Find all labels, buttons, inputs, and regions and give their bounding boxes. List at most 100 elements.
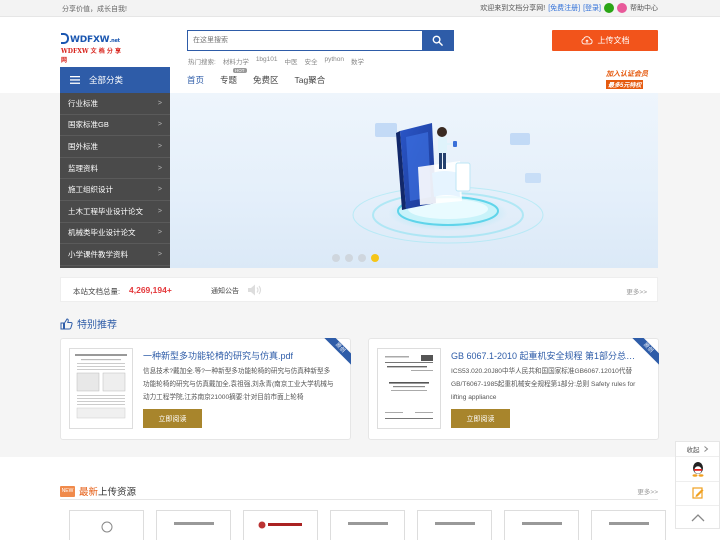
category-item[interactable]: 监理资料 > bbox=[60, 158, 170, 180]
register-link[interactable]: [免费注册] bbox=[548, 3, 580, 13]
speaker-icon bbox=[248, 284, 262, 296]
hot-search-term[interactable]: 中医 bbox=[285, 56, 298, 66]
recommend-section-title: 特别推荐 bbox=[60, 316, 117, 331]
back-to-top-button[interactable] bbox=[676, 505, 719, 530]
feedback-button[interactable] bbox=[676, 480, 719, 506]
notice-label: 通知公告 bbox=[211, 288, 239, 295]
chevron-right-icon: > bbox=[157, 142, 162, 150]
banner-illustration bbox=[352, 123, 544, 244]
university-header-icon bbox=[434, 522, 475, 525]
chevron-right-icon: > bbox=[157, 250, 162, 258]
help-center-link[interactable]: 帮助中心 bbox=[630, 3, 658, 13]
menu-icon bbox=[70, 76, 80, 84]
category-item[interactable]: 行业标准 > bbox=[60, 93, 170, 115]
recommend-card[interactable]: GB 6067.1-2010 起重机安全规程 第1部分总则... ICS53.0… bbox=[368, 338, 659, 440]
hot-search-term[interactable]: 安全 bbox=[305, 56, 318, 66]
chevron-right-icon: > bbox=[157, 164, 162, 172]
search-button[interactable] bbox=[422, 31, 453, 50]
vip-promo[interactable]: 加入认证会员 最多5元特权 bbox=[606, 69, 658, 91]
document-total-count: 4,269,194+ bbox=[129, 285, 172, 295]
all-categories-button[interactable]: 全部分类 bbox=[60, 67, 170, 93]
qq-icon bbox=[692, 461, 703, 477]
cloud-upload-icon bbox=[581, 36, 593, 45]
carousel-dot-active[interactable] bbox=[371, 254, 379, 262]
original-ribbon: 原创 bbox=[323, 338, 351, 366]
university-logo-icon bbox=[258, 521, 302, 529]
category-item[interactable]: 施工组织设计 > bbox=[60, 179, 170, 201]
top-bar: 分享价值，成长自我! 欢迎来到文档分享网! [免费注册] [登录] 帮助中心 bbox=[0, 0, 720, 17]
chevron-right-icon: > bbox=[157, 207, 162, 215]
section-divider bbox=[60, 499, 658, 500]
chevron-up-icon bbox=[691, 514, 704, 522]
nav-item-tag-aggregation[interactable]: Tag聚合 bbox=[295, 74, 326, 86]
hero-banner[interactable] bbox=[170, 93, 658, 268]
latest-more-link[interactable]: 更多>> bbox=[637, 486, 658, 496]
recommend-card[interactable]: 一种新型多功能轮椅的研究与仿真.pdf 信息技术?戴加全.等?一种新型多功能轮椅… bbox=[60, 338, 351, 440]
latest-document-thumbnail[interactable] bbox=[156, 510, 231, 540]
hot-search-label: 热门搜索: bbox=[188, 59, 216, 66]
recommend-card-title[interactable]: GB 6067.1-2010 起重机安全规程 第1部分总则... bbox=[451, 349, 636, 362]
document-preview bbox=[385, 355, 433, 419]
category-item[interactable]: 土木工程毕业设计论文 > bbox=[60, 201, 170, 223]
stats-bar: 本站文档总量: 4,269,194+ 通知公告 更多>> bbox=[60, 277, 658, 302]
latest-document-thumbnail[interactable] bbox=[417, 510, 492, 540]
vip-promo-line1: 加入认证会员 bbox=[606, 71, 648, 78]
search-icon bbox=[432, 35, 443, 46]
recommend-card-title[interactable]: 一种新型多功能轮椅的研究与仿真.pdf bbox=[143, 349, 328, 362]
carousel-dot[interactable] bbox=[345, 254, 353, 262]
category-sidebar: 行业标准 > 国家标准GB > 国外标准 > 监理资料 > 施工组织设计 > 土木工程毕业… bbox=[60, 93, 170, 268]
latest-document-thumbnail[interactable] bbox=[243, 510, 318, 540]
latest-document-thumbnail[interactable] bbox=[330, 510, 405, 540]
category-item[interactable]: 国家标准GB > bbox=[60, 115, 170, 137]
notice-more-link[interactable]: 更多>> bbox=[626, 286, 647, 296]
logo-mark-icon bbox=[61, 33, 69, 44]
nav-item-topics[interactable]: 专题 HOT bbox=[220, 68, 247, 86]
hot-search-term[interactable]: 数学 bbox=[351, 56, 364, 66]
qq-contact-button[interactable] bbox=[676, 456, 719, 481]
wechat-icon[interactable] bbox=[604, 3, 614, 13]
university-header-icon bbox=[347, 522, 388, 525]
chevron-right-icon: > bbox=[157, 121, 162, 129]
carousel-dot[interactable] bbox=[332, 254, 340, 262]
category-item[interactable]: 国外标准 > bbox=[60, 136, 170, 158]
upload-document-button[interactable]: 上传文档 bbox=[552, 30, 658, 51]
hot-badge: HOT bbox=[233, 68, 247, 73]
latest-document-thumbnail[interactable] bbox=[591, 510, 666, 540]
university-header-icon bbox=[608, 522, 649, 525]
chevron-right-icon: > bbox=[157, 99, 162, 107]
site-slogan: 分享价值，成长自我! bbox=[62, 6, 127, 13]
latest-document-thumbnail[interactable] bbox=[69, 510, 144, 540]
university-header-icon bbox=[521, 522, 562, 525]
chevron-right-icon bbox=[703, 446, 708, 452]
logo-subtitle: WDFXW 文 档 分 享 网 bbox=[61, 48, 121, 64]
category-item[interactable]: 机械类毕业设计论文 > bbox=[60, 223, 170, 245]
read-now-button[interactable]: 立即阅读 bbox=[143, 409, 202, 428]
hot-search-term[interactable]: 材料力学 bbox=[223, 56, 249, 66]
read-now-button[interactable]: 立即阅读 bbox=[451, 409, 510, 428]
hot-searches: 热门搜索: 材料力学 1bg101 中医 安全 python 数学 bbox=[188, 56, 364, 66]
login-link[interactable]: [登录] bbox=[583, 3, 601, 13]
original-ribbon: 原创 bbox=[631, 338, 659, 366]
nav-item-home[interactable]: 首页 bbox=[187, 74, 204, 86]
category-item[interactable]: 小学课件教学资料 > bbox=[60, 244, 170, 266]
search-input[interactable] bbox=[188, 31, 422, 50]
hot-search-term[interactable]: 1bg101 bbox=[256, 56, 278, 66]
main-nav: 全部分类 首页 专题 HOT 免费区 Tag聚合 加入认证会员 最多5元特权 bbox=[0, 67, 720, 93]
carousel-dot[interactable] bbox=[358, 254, 366, 262]
hot-search-term[interactable]: python bbox=[325, 56, 345, 66]
nav-item-free-zone[interactable]: 免费区 bbox=[253, 74, 279, 86]
recommend-card-desc: 信息技术?戴加全.等?一种新型多功能轮椅的研究与仿真种新型多功能轮椅的研究与仿真… bbox=[143, 368, 334, 401]
user-icon[interactable] bbox=[617, 3, 627, 13]
nav-items: 首页 专题 HOT 免费区 Tag聚合 bbox=[187, 68, 326, 86]
chevron-right-icon: > bbox=[157, 229, 162, 237]
site-logo[interactable]: WDFXW.net WDFXW 文 档 分 享 网 bbox=[61, 33, 125, 64]
document-thumbnail[interactable] bbox=[69, 348, 133, 429]
header: WDFXW.net WDFXW 文 档 分 享 网 热门搜索: 材料力学 1bg… bbox=[0, 17, 720, 67]
document-thumbnail[interactable] bbox=[377, 348, 441, 429]
collapse-button[interactable]: 收起 bbox=[676, 442, 719, 456]
latest-document-thumbnail[interactable] bbox=[504, 510, 579, 540]
emblem-icon bbox=[101, 521, 112, 533]
search-box bbox=[187, 30, 454, 51]
latest-thumbnails bbox=[69, 510, 666, 540]
top-bar-links: 欢迎来到文档分享网! [免费注册] [登录] 帮助中心 bbox=[480, 3, 658, 13]
